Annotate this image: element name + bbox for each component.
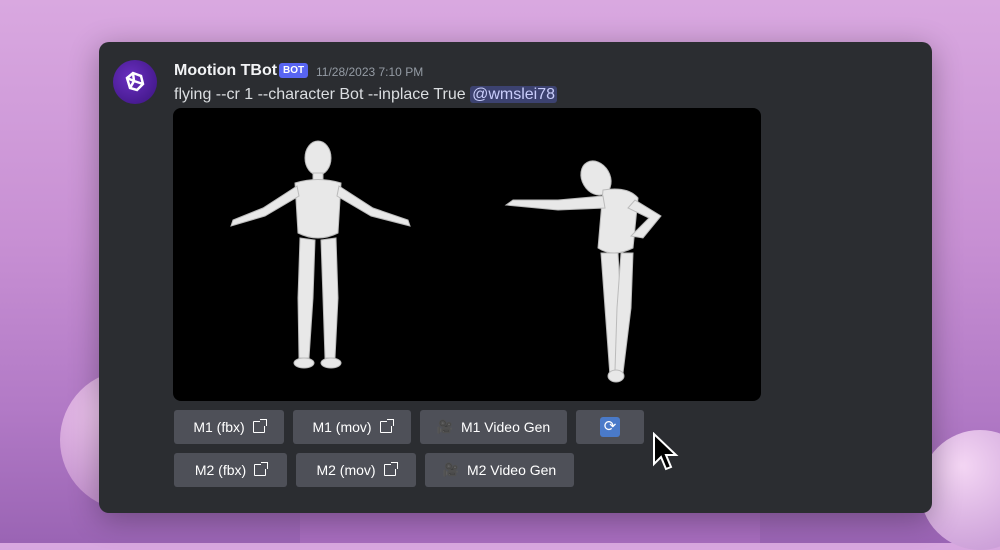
- m2-video-gen-label: M2 Video Gen: [466, 462, 557, 478]
- decor-sphere-right: [920, 430, 1000, 550]
- animation-preview[interactable]: [173, 108, 761, 401]
- m2-video-gen-button[interactable]: 🎥 M2 Video Gen: [425, 453, 574, 487]
- timestamp: 11/28/2023 7:10 PM: [316, 65, 424, 79]
- m2-mov-label: M2 (mov): [316, 462, 376, 478]
- m2-mov-button[interactable]: M2 (mov): [296, 453, 416, 487]
- m1-mov-button[interactable]: M1 (mov): [293, 410, 411, 444]
- external-link-icon: [254, 462, 269, 476]
- video-camera-icon: 🎥: [436, 419, 453, 434]
- refresh-icon: ⟳: [600, 417, 620, 437]
- m1-fbx-button[interactable]: M1 (fbx): [174, 410, 284, 444]
- author-name[interactable]: Mootion TBot: [174, 62, 277, 80]
- mannequin-figures: [230, 140, 662, 383]
- mannequin-tpose: [230, 140, 411, 369]
- external-link-icon: [252, 419, 267, 433]
- user-mention[interactable]: @wmslei78: [470, 86, 558, 103]
- mouse-cursor-icon: [653, 432, 679, 471]
- m2-fbx-button[interactable]: M2 (fbx): [174, 453, 287, 487]
- mootion-logo-icon: [125, 71, 145, 92]
- mannequin-posed: [504, 160, 662, 383]
- m1-video-gen-button[interactable]: 🎥 M1 Video Gen: [420, 410, 567, 444]
- m2-fbx-label: M2 (fbx): [194, 462, 247, 478]
- video-camera-icon: 🎥: [442, 462, 459, 477]
- bot-avatar[interactable]: [113, 60, 157, 104]
- m1-fbx-label: M1 (fbx): [193, 419, 245, 435]
- m1-video-gen-label: M1 Video Gen: [460, 419, 551, 435]
- bot-badge: BOT: [279, 63, 309, 78]
- command-text: flying --cr 1 --character Bot --inplace …: [174, 86, 471, 103]
- external-link-icon: [379, 419, 394, 433]
- refresh-button[interactable]: ⟳: [576, 410, 644, 444]
- message-text: flying --cr 1 --character Bot --inplace …: [174, 86, 558, 104]
- external-link-icon: [383, 462, 398, 476]
- m1-mov-label: M1 (mov): [312, 419, 372, 435]
